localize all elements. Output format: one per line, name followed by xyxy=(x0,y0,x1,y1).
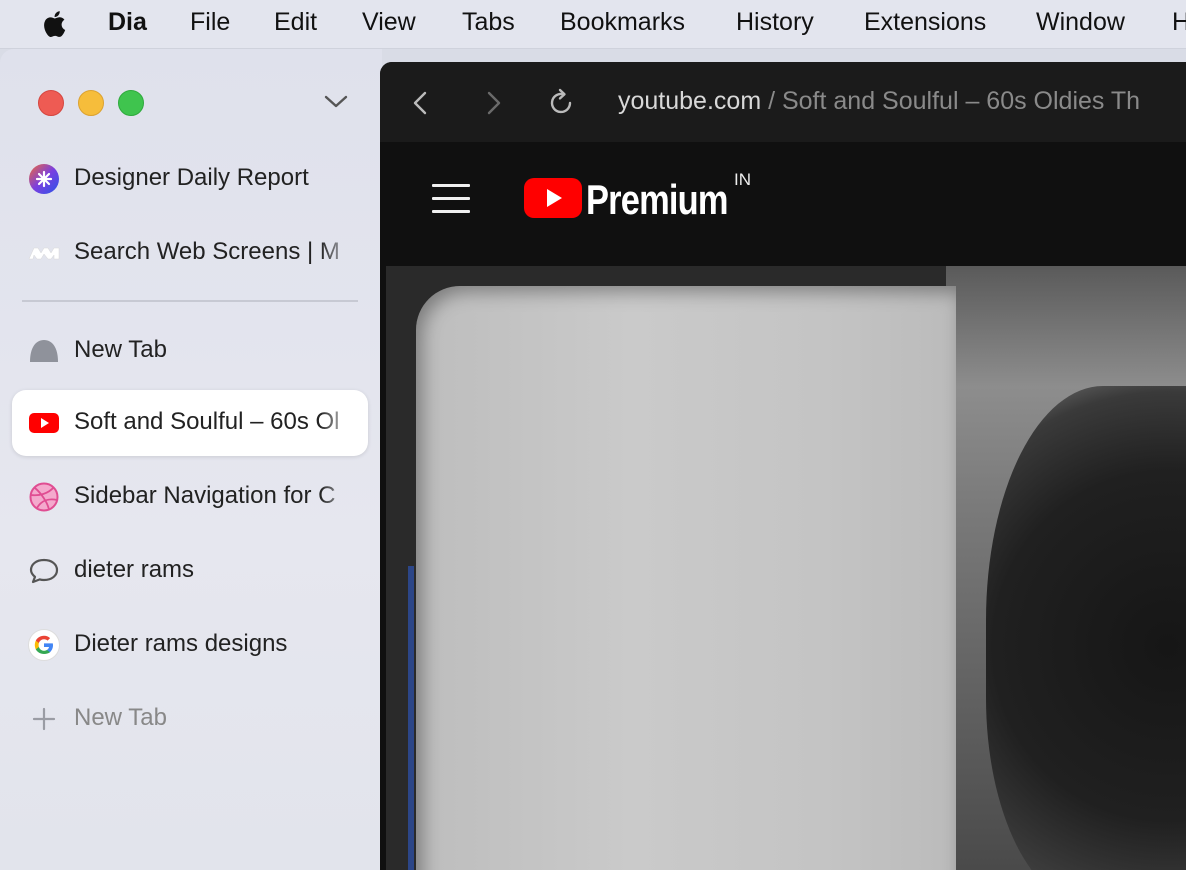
sidebar-item-label: Designer Daily Report xyxy=(74,164,309,191)
designer-daily-icon xyxy=(29,164,59,194)
menu-bar: Dia File Edit View Tabs Bookmarks Histor… xyxy=(0,0,1186,49)
new-tab-button[interactable]: New Tab xyxy=(12,686,368,752)
sidebar-tab-dieter-rams-chat[interactable]: dieter rams xyxy=(12,538,368,604)
new-tab-label: New Tab xyxy=(74,704,167,731)
dribbble-icon xyxy=(29,482,59,512)
menu-extensions[interactable]: Extensions xyxy=(864,8,986,37)
youtube-premium-wordmark: Premium xyxy=(586,176,728,223)
google-icon xyxy=(28,629,60,661)
sidebar-tab-google[interactable]: Dieter rams designs xyxy=(12,612,368,678)
sidebar-item-label: dieter rams xyxy=(74,556,195,583)
menu-file[interactable]: File xyxy=(190,8,230,37)
address-bar[interactable]: youtube.com / Soft and Soulful – 60s Old… xyxy=(618,87,1140,116)
youtube-logo-icon[interactable] xyxy=(524,178,582,218)
sidebar: Designer Daily Report Search Web Screens… xyxy=(0,49,382,870)
sidebar-item-label: Sidebar Navigation for C xyxy=(74,482,336,509)
sidebar-item-label: New Tab xyxy=(74,336,167,363)
back-icon[interactable] xyxy=(406,88,436,118)
menu-edit[interactable]: Edit xyxy=(274,8,317,37)
forward-icon[interactable] xyxy=(478,88,508,118)
plus-icon xyxy=(32,707,56,731)
region-code: IN xyxy=(734,170,751,189)
menu-tabs[interactable]: Tabs xyxy=(462,8,515,37)
video-frame-edge xyxy=(408,566,414,870)
apple-menu-icon[interactable] xyxy=(40,10,68,38)
video-player[interactable] xyxy=(386,266,1186,870)
menu-app-name[interactable]: Dia xyxy=(108,8,147,37)
sidebar-divider xyxy=(22,300,358,302)
url-host: youtube.com xyxy=(618,87,762,115)
chat-bubble-icon xyxy=(29,558,59,584)
close-window-button[interactable] xyxy=(38,90,64,116)
menu-history[interactable]: History xyxy=(736,8,814,37)
minimize-window-button[interactable] xyxy=(78,90,104,116)
menu-help[interactable]: H xyxy=(1172,8,1186,37)
reload-icon[interactable] xyxy=(546,88,576,118)
menu-bookmarks[interactable]: Bookmarks xyxy=(560,8,685,37)
menu-window[interactable]: Window xyxy=(1036,8,1125,37)
video-frame-left xyxy=(416,286,956,870)
blank-tab-icon xyxy=(30,340,58,362)
sidebar-item-label: Search Web Screens | M xyxy=(74,238,340,265)
hamburger-menu-icon[interactable] xyxy=(432,184,470,214)
youtube-icon xyxy=(29,413,59,433)
url-page-title: / Soft and Soulful – 60s Oldies Th xyxy=(761,87,1141,115)
sidebar-pinned-mobbin[interactable]: Search Web Screens | M xyxy=(12,220,368,286)
youtube-header: Premium IN xyxy=(380,142,1186,262)
sidebar-tab-dribbble[interactable]: Sidebar Navigation for C xyxy=(12,464,368,530)
sidebar-pinned-designer-daily[interactable]: Designer Daily Report xyxy=(12,146,368,212)
sidebar-tab-youtube[interactable]: Soft and Soulful – 60s Ol xyxy=(12,390,368,456)
sidebar-tab-new-tab[interactable]: New Tab xyxy=(12,318,368,384)
sidebar-item-label: Soft and Soulful – 60s Ol xyxy=(74,408,340,435)
menu-view[interactable]: View xyxy=(362,8,416,37)
browser-window: youtube.com / Soft and Soulful – 60s Old… xyxy=(380,62,1186,870)
mobbin-icon xyxy=(28,247,60,260)
sidebar-item-label: Dieter rams designs xyxy=(74,630,288,657)
zoom-window-button[interactable] xyxy=(118,90,144,116)
browser-toolbar: youtube.com / Soft and Soulful – 60s Old… xyxy=(380,62,1186,143)
chevron-down-icon[interactable] xyxy=(322,89,350,113)
